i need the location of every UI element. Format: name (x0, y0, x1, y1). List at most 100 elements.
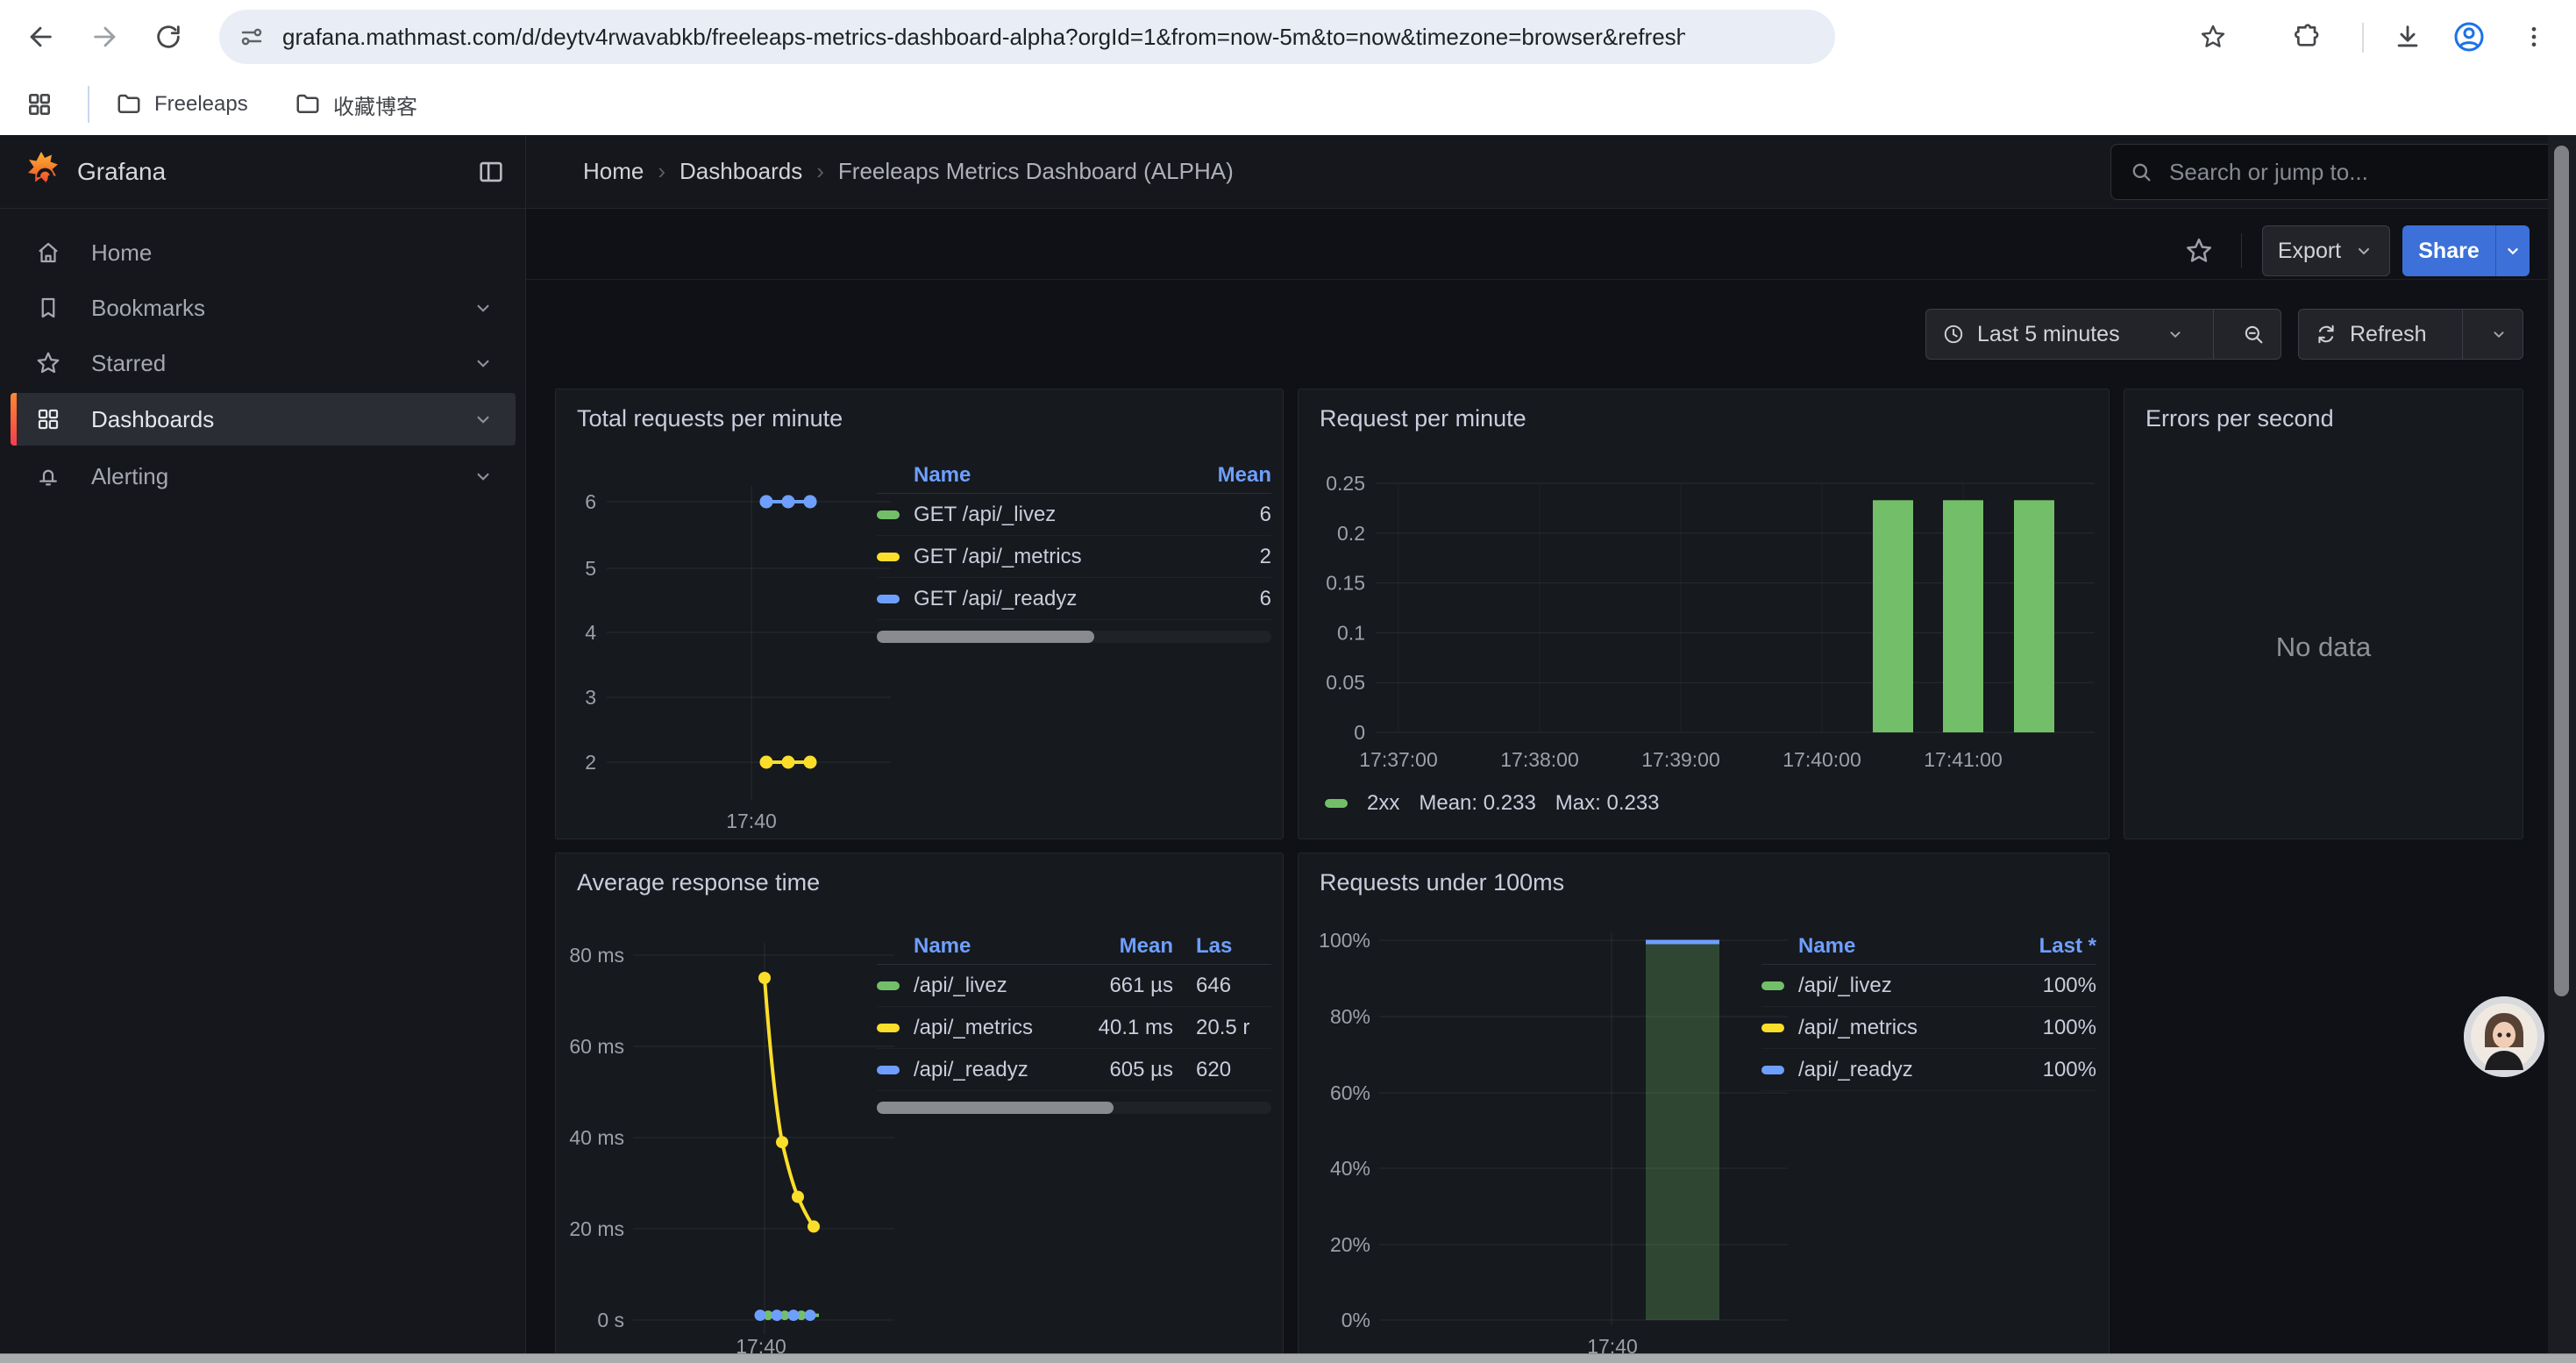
legend-row[interactable]: GET /api/_readyz 6 (877, 578, 1271, 620)
button-divider (2213, 310, 2214, 359)
series-name[interactable]: GET /api/_livez (914, 503, 1260, 527)
legend-table: Name Mean GET /api/_livez 6 GET /api/_me… (877, 458, 1271, 643)
bookmark-star-button[interactable] (2192, 16, 2234, 58)
series-swatch (877, 595, 900, 603)
browser-back-button[interactable] (19, 16, 61, 58)
legend-inline[interactable]: 2xx Mean: 0.233 Max: 0.233 (1325, 791, 1660, 816)
panel-title[interactable]: Total requests per minute (577, 405, 843, 432)
horizontal-scrollbar[interactable] (0, 1353, 2576, 1363)
breadcrumb-dashboards[interactable]: Dashboards (680, 158, 802, 185)
scrollbar-thumb[interactable] (877, 631, 1094, 643)
sidebar-item-alerting[interactable]: Alerting (11, 451, 516, 502)
series-name[interactable]: /api/_livez (1798, 974, 2043, 998)
legend-row[interactable]: /api/_metrics 100% (1761, 1007, 2096, 1049)
extensions-puzzle-icon (2294, 23, 2322, 51)
avg-response-chart[interactable]: 80 ms60 ms40 ms20 ms0 s17:40 (568, 911, 901, 1363)
downloads-button[interactable] (2387, 16, 2429, 58)
svg-text:80 ms: 80 ms (569, 944, 624, 967)
legend-col-name[interactable]: Name (1761, 934, 2039, 959)
svg-text:17:39:00: 17:39:00 (1641, 748, 1720, 771)
apps-grid-button[interactable] (19, 84, 60, 125)
floating-assistant-avatar[interactable] (2464, 996, 2544, 1077)
refresh-button[interactable]: Refresh (2299, 310, 2450, 359)
search-input[interactable] (2167, 158, 2576, 187)
legend-scrollbar[interactable] (877, 1102, 1271, 1114)
no-data-message: No data (2124, 632, 2523, 663)
legend-row[interactable]: /api/_livez 661 µs 646 (877, 965, 1271, 1007)
sidebar-item-bookmarks[interactable]: Bookmarks (11, 282, 516, 333)
panel-errors-per-second: Errors per second No data (2124, 389, 2523, 839)
legend-col-name[interactable]: Name (877, 934, 1059, 959)
share-button[interactable]: Share (2402, 225, 2495, 276)
export-label: Export (2278, 239, 2341, 264)
total-requests-chart[interactable]: 6543217:40 (565, 442, 896, 837)
series-name[interactable]: /api/_readyz (1798, 1058, 2043, 1082)
legend-table: Name Last * /api/_livez 100% /api/_metri… (1761, 929, 2096, 1091)
legend-col-last[interactable]: Las (1173, 934, 1271, 959)
legend-row[interactable]: GET /api/_metrics 2 (877, 536, 1271, 578)
breadcrumb-home[interactable]: Home (583, 158, 644, 185)
panel-request-per-minute: Request per minute 0.250.20.150.10.05017… (1298, 389, 2110, 839)
grafana-logo[interactable] (19, 149, 63, 195)
legend-col-name[interactable]: Name (877, 463, 1218, 488)
share-menu-button[interactable] (2495, 225, 2530, 276)
bookmark-label: 收藏博客 (333, 89, 417, 120)
under-100ms-chart[interactable]: 100%80%60%40%20%0%17:40 (1314, 911, 1795, 1363)
series-mean: 6 (1260, 587, 1271, 611)
legend-row[interactable]: /api/_metrics 40.1 ms 20.5 r (877, 1007, 1271, 1049)
series-name[interactable]: /api/_readyz (914, 1058, 1059, 1082)
series-name[interactable]: /api/_metrics (1798, 1016, 2043, 1040)
browser-reload-button[interactable] (147, 16, 189, 58)
legend-row[interactable]: /api/_readyz 100% (1761, 1049, 2096, 1091)
extensions-button[interactable] (2287, 16, 2329, 58)
legend-row[interactable]: GET /api/_livez 6 (877, 494, 1271, 536)
browser-forward-button[interactable] (84, 16, 126, 58)
zoom-out-time-button[interactable] (2226, 310, 2281, 359)
chevron-down-icon (2353, 240, 2374, 261)
series-name[interactable]: GET /api/_metrics (914, 545, 1260, 569)
time-range-label: Last 5 minutes (1977, 322, 2120, 347)
search-box[interactable]: ⌘+k (2110, 144, 2576, 200)
url-input[interactable] (281, 23, 1687, 52)
panel-title[interactable]: Request per minute (1320, 405, 1526, 432)
bookmark-folder-blogs[interactable]: 收藏博客 (282, 83, 430, 125)
panel-title[interactable]: Requests under 100ms (1320, 869, 1564, 896)
series-name[interactable]: /api/_livez (914, 974, 1059, 998)
legend-col-last[interactable]: Last * (2039, 934, 2096, 959)
sidebar-collapse-button[interactable] (472, 153, 510, 191)
sidebar-item-starred[interactable]: Starred (11, 338, 516, 389)
series-name[interactable]: 2xx (1367, 791, 1399, 816)
legend-scrollbar[interactable] (877, 631, 1271, 643)
svg-text:40 ms: 40 ms (569, 1126, 624, 1149)
favorite-dashboard-button[interactable] (2180, 232, 2218, 270)
sidebar-item-home[interactable]: Home (11, 227, 516, 278)
sidebar-item-dashboards[interactable]: Dashboards (11, 393, 516, 446)
address-bar[interactable] (219, 10, 1835, 64)
browser-profile-button[interactable] (2448, 16, 2490, 58)
sidebar: Grafana Home Bookmarks Starred D (0, 135, 526, 1363)
scrollbar-thumb[interactable] (877, 1102, 1114, 1114)
grafana-app: Grafana Home Bookmarks Starred D (0, 135, 2576, 1363)
time-range-picker[interactable]: Last 5 minutes (1926, 310, 2201, 359)
legend-row[interactable]: /api/_readyz 605 µs 620 (877, 1049, 1271, 1091)
bookmark-folder-freeleaps[interactable]: Freeleaps (103, 83, 260, 125)
series-name[interactable]: /api/_metrics (914, 1016, 1059, 1040)
breadcrumb: Home › Dashboards › Freeleaps Metrics Da… (583, 158, 1234, 185)
request-per-minute-chart[interactable]: 0.250.20.150.10.05017:37:0017:38:0017:39… (1314, 470, 2099, 779)
bookmarks-divider (88, 86, 89, 123)
svg-text:17:40: 17:40 (726, 810, 777, 832)
legend-col-mean[interactable]: Mean (1059, 934, 1173, 959)
series-name[interactable]: GET /api/_readyz (914, 587, 1260, 611)
browser-menu-button[interactable] (2513, 16, 2555, 58)
legend-row[interactable]: /api/_livez 100% (1761, 965, 2096, 1007)
refresh-interval-button[interactable] (2475, 310, 2523, 359)
panel-title[interactable]: Errors per second (2145, 405, 2334, 432)
export-button[interactable]: Export (2262, 225, 2390, 276)
vertical-scrollbar-thumb[interactable] (2554, 146, 2569, 996)
series-mean: Mean: 0.233 (1419, 791, 1535, 816)
panel-title[interactable]: Average response time (577, 869, 820, 896)
legend-col-mean[interactable]: Mean (1218, 463, 1271, 488)
svg-text:0%: 0% (1341, 1309, 1370, 1331)
refresh-label: Refresh (2350, 322, 2427, 347)
svg-text:0 s: 0 s (597, 1309, 624, 1331)
